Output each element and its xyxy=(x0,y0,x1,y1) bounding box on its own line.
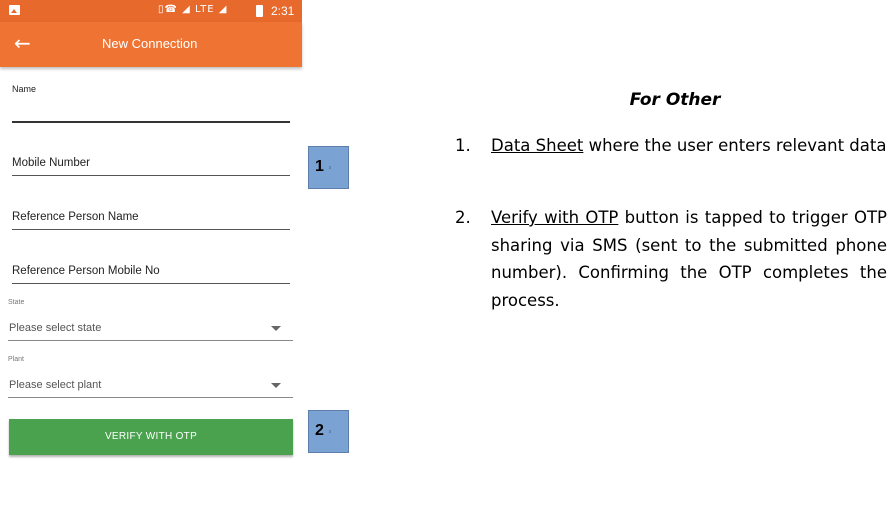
reference-mobile-underline xyxy=(12,283,290,284)
status-bar: ▯☎ ◢ LTE ◢ 2:31 xyxy=(0,0,302,22)
dropdown-arrow-icon xyxy=(271,383,281,388)
app-bar: ← New Connection xyxy=(0,22,302,67)
instruction-item: 1. Data Sheet where the user enters rele… xyxy=(455,132,887,160)
plant-label: Plant xyxy=(8,356,24,363)
callout-subscript: ₂ xyxy=(329,428,331,434)
callout-subscript: ₂ xyxy=(329,164,331,170)
name-field[interactable]: Name xyxy=(12,84,290,124)
dropdown-arrow-icon xyxy=(271,326,281,331)
state-underline xyxy=(8,340,293,341)
mobile-number-underline xyxy=(12,175,290,176)
page-title: New Connection xyxy=(102,36,198,51)
callout-number: 2 xyxy=(315,422,324,439)
mobile-number-label: Mobile Number xyxy=(12,157,90,169)
reference-name-underline xyxy=(12,229,290,230)
back-arrow-icon[interactable]: ← xyxy=(14,31,31,55)
network-status-icons: ▯☎ ◢ LTE ◢ xyxy=(158,4,228,15)
instructions-heading: For Other xyxy=(629,90,721,110)
mobile-number-field[interactable]: Mobile Number xyxy=(12,157,290,177)
status-time: 2:31 xyxy=(271,4,295,18)
name-label: Name xyxy=(12,84,37,94)
callout-badge-1: 1 ₂ xyxy=(308,146,349,189)
item-text: Verify with OTP button is tapped to trig… xyxy=(491,204,887,314)
callout-number: 1 xyxy=(315,158,324,175)
item-link: Verify with OTP xyxy=(491,208,619,227)
state-label: State xyxy=(8,299,25,306)
item-text: Data Sheet where the user enters relevan… xyxy=(491,132,887,160)
gallery-icon xyxy=(9,5,20,15)
item-link: Data Sheet xyxy=(491,136,584,155)
verify-with-otp-button[interactable]: VERIFY WITH OTP xyxy=(9,419,293,455)
reference-mobile-label: Reference Person Mobile No xyxy=(12,265,160,277)
reference-name-label: Reference Person Name xyxy=(12,211,139,223)
state-select[interactable]: Please select state xyxy=(8,318,293,341)
callout-badge-2: 2 ₂ xyxy=(308,410,349,453)
item-number: 2. xyxy=(455,208,471,227)
plant-placeholder: Please select plant xyxy=(9,379,102,391)
plant-select[interactable]: Please select plant xyxy=(8,375,293,398)
item-number: 1. xyxy=(455,136,471,155)
reference-name-field[interactable]: Reference Person Name xyxy=(12,211,290,231)
phone-screen: ▯☎ ◢ LTE ◢ 2:31 ← New Connection Name Mo… xyxy=(0,0,302,522)
reference-mobile-field[interactable]: Reference Person Mobile No xyxy=(12,265,290,285)
instruction-item: 2. Verify with OTP button is tapped to t… xyxy=(455,204,887,314)
plant-underline xyxy=(8,397,293,398)
item-rest: where the user enters relevant data xyxy=(583,136,887,155)
state-placeholder: Please select state xyxy=(9,322,102,334)
name-underline xyxy=(12,121,290,123)
battery-icon xyxy=(256,5,263,17)
